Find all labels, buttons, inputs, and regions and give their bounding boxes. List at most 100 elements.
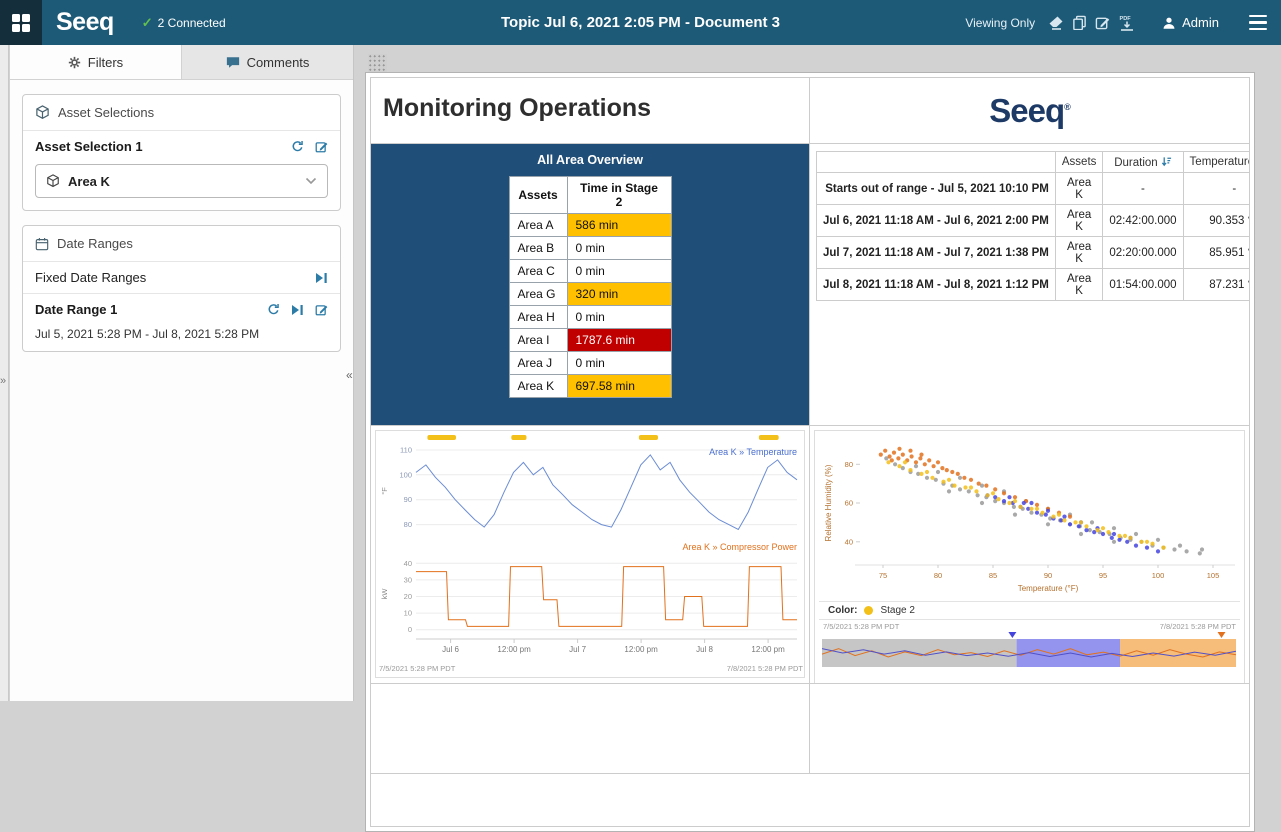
chevron-down-icon xyxy=(305,177,317,185)
strip-timestamps: 7/5/2021 5:28 PM PDT 7/8/2021 5:28 PM PD… xyxy=(815,620,1244,632)
step-forward-icon[interactable] xyxy=(291,304,304,316)
svg-text:80: 80 xyxy=(845,460,853,469)
svg-text:100: 100 xyxy=(399,470,412,479)
condition-col-duration[interactable]: Duration xyxy=(1103,152,1183,173)
page-title: Monitoring Operations xyxy=(383,94,651,122)
topic-document-title: Topic Jul 6, 2021 2:05 PM - Document 3 xyxy=(501,14,780,31)
drag-handle-icon[interactable] xyxy=(368,54,387,73)
asset-selection-dropdown[interactable]: Area K xyxy=(35,164,328,198)
asset-selections-panel: Asset Selections Asset Selection 1 Area … xyxy=(22,94,341,211)
overview-value-cell: 0 min xyxy=(567,352,671,375)
overview-value-cell: 1787.6 min xyxy=(567,329,671,352)
condition-value-cell: Area K xyxy=(1055,173,1103,205)
svg-text:Area K » Compressor Power: Area K » Compressor Power xyxy=(682,542,797,552)
cube-icon xyxy=(35,105,50,120)
svg-text:20: 20 xyxy=(404,592,412,601)
fixed-date-ranges-label: Fixed Date Ranges xyxy=(35,270,315,285)
document-area: Monitoring Operations Seeq® All Area Ove… xyxy=(355,45,1281,701)
scatter-chart-cell: 7580859095100105406080Temperature (°F)Re… xyxy=(810,426,1249,684)
condition-value-cell: 85.951 °F xyxy=(1183,237,1249,269)
area-overview-panel: All Area Overview Assets Time in Stage 2… xyxy=(371,144,809,425)
asset-selections-title: Asset Selections xyxy=(58,105,154,120)
overview-row: Area H0 min xyxy=(509,306,671,329)
svg-text:40: 40 xyxy=(845,537,853,546)
condition-value-cell: - xyxy=(1183,173,1249,205)
svg-text:kW: kW xyxy=(380,588,389,600)
edit-icon[interactable] xyxy=(315,303,328,316)
svg-text:90: 90 xyxy=(1044,571,1052,580)
user-menu-button[interactable]: Admin xyxy=(1140,0,1235,45)
svg-text:PDF: PDF xyxy=(1120,16,1132,22)
hamburger-menu-button[interactable] xyxy=(1235,0,1281,45)
svg-text:105: 105 xyxy=(1207,571,1220,580)
pdf-export-icon[interactable]: PDF xyxy=(1114,14,1140,32)
condition-value-cell: 02:20:00.000 xyxy=(1103,237,1183,269)
refresh-icon[interactable] xyxy=(267,303,280,316)
svg-text:75: 75 xyxy=(879,571,887,580)
collapse-sidebar-icon[interactable]: « xyxy=(346,368,353,382)
check-icon: ✓ xyxy=(142,15,153,31)
refresh-icon[interactable] xyxy=(291,140,304,153)
overview-value-cell: 586 min xyxy=(567,214,671,237)
range-strip-svg[interactable] xyxy=(822,632,1236,668)
overview-col-assets: Assets xyxy=(509,177,567,214)
topic-sidebar: Filters Comments Asset Selections Asset … xyxy=(10,45,354,701)
svg-text:40: 40 xyxy=(404,559,412,568)
user-icon xyxy=(1162,16,1176,30)
overview-col-time: Time in Stage 2 xyxy=(567,177,671,214)
svg-text:0: 0 xyxy=(408,625,412,634)
condition-col-header xyxy=(817,152,1056,173)
sort-icon[interactable] xyxy=(1161,156,1172,167)
area-overview-cell: All Area Overview Assets Time in Stage 2… xyxy=(371,144,810,426)
condition-capsule-range: Jul 7, 2021 11:18 AM - Jul 7, 2021 1:38 … xyxy=(817,237,1056,269)
overview-asset-cell: Area G xyxy=(509,283,567,306)
sidebar-tabs: Filters Comments xyxy=(10,45,353,80)
seeq-logo[interactable]: Seeq xyxy=(56,8,114,37)
svg-text:80: 80 xyxy=(934,571,942,580)
tab-comments[interactable]: Comments xyxy=(182,45,353,79)
condition-value-cell: Area K xyxy=(1055,237,1103,269)
overview-asset-cell: Area A xyxy=(509,214,567,237)
overview-asset-cell: Area I xyxy=(509,329,567,352)
edit-document-icon[interactable] xyxy=(1091,15,1114,30)
overview-value-cell: 320 min xyxy=(567,283,671,306)
svg-text:85: 85 xyxy=(989,571,997,580)
app-launcher-button[interactable] xyxy=(0,0,42,45)
overview-row: Area I1787.6 min xyxy=(509,329,671,352)
scatter-chart[interactable]: 7580859095100105406080Temperature (°F)Re… xyxy=(814,430,1245,684)
document-title-cell: Monitoring Operations xyxy=(371,78,810,144)
legend-stage2-label: Stage 2 xyxy=(880,605,914,616)
overview-value-cell: 697.58 min xyxy=(567,375,671,398)
svg-text:90: 90 xyxy=(404,495,412,504)
condition-table: AssetsDurationTemperature Max Starts out… xyxy=(816,151,1249,301)
tab-filters[interactable]: Filters xyxy=(10,45,182,79)
copy-icon[interactable] xyxy=(1068,15,1091,30)
top-navigation-bar: Seeq ✓ 2 Connected Topic Jul 6, 2021 2:0… xyxy=(0,0,1281,45)
date-ranges-panel: Date Ranges Fixed Date Ranges Date Range… xyxy=(22,225,341,352)
gear-icon xyxy=(68,56,81,69)
connection-status[interactable]: ✓ 2 Connected xyxy=(142,15,226,31)
condition-value-cell: 02:42:00.000 xyxy=(1103,205,1183,237)
scatter-legend: Color: Stage 2 xyxy=(819,601,1240,620)
condition-row: Starts out of range - Jul 5, 2021 10:10 … xyxy=(817,173,1250,205)
svg-text:Temperature (°F): Temperature (°F) xyxy=(1018,584,1079,593)
connection-status-label: 2 Connected xyxy=(158,16,226,30)
overview-value-cell: 0 min xyxy=(567,237,671,260)
calendar-icon xyxy=(35,237,49,251)
condition-table-cell: AssetsDurationTemperature Max Starts out… xyxy=(810,144,1249,426)
eraser-icon[interactable] xyxy=(1044,15,1068,31)
condition-col-header: Assets xyxy=(1055,152,1103,173)
condition-capsule-range: Jul 6, 2021 11:18 AM - Jul 6, 2021 2:00 … xyxy=(817,205,1056,237)
condition-value-cell: 90.353 °F xyxy=(1183,205,1249,237)
step-forward-icon[interactable] xyxy=(315,272,328,284)
seeq-document-logo: Seeq® xyxy=(989,92,1070,130)
expand-panel-icon[interactable]: » xyxy=(0,375,6,387)
cube-icon xyxy=(46,174,60,188)
collapsed-panel-strip[interactable]: » xyxy=(0,45,9,701)
overview-row: Area A586 min xyxy=(509,214,671,237)
date-range-value: Jul 5, 2021 5:28 PM - Jul 8, 2021 5:28 P… xyxy=(23,325,340,351)
edit-icon[interactable] xyxy=(315,140,328,153)
trend-chart[interactable]: 8090100110010203040°FkWArea K » Temperat… xyxy=(375,430,805,678)
svg-text:30: 30 xyxy=(404,575,412,584)
overview-asset-cell: Area J xyxy=(509,352,567,375)
